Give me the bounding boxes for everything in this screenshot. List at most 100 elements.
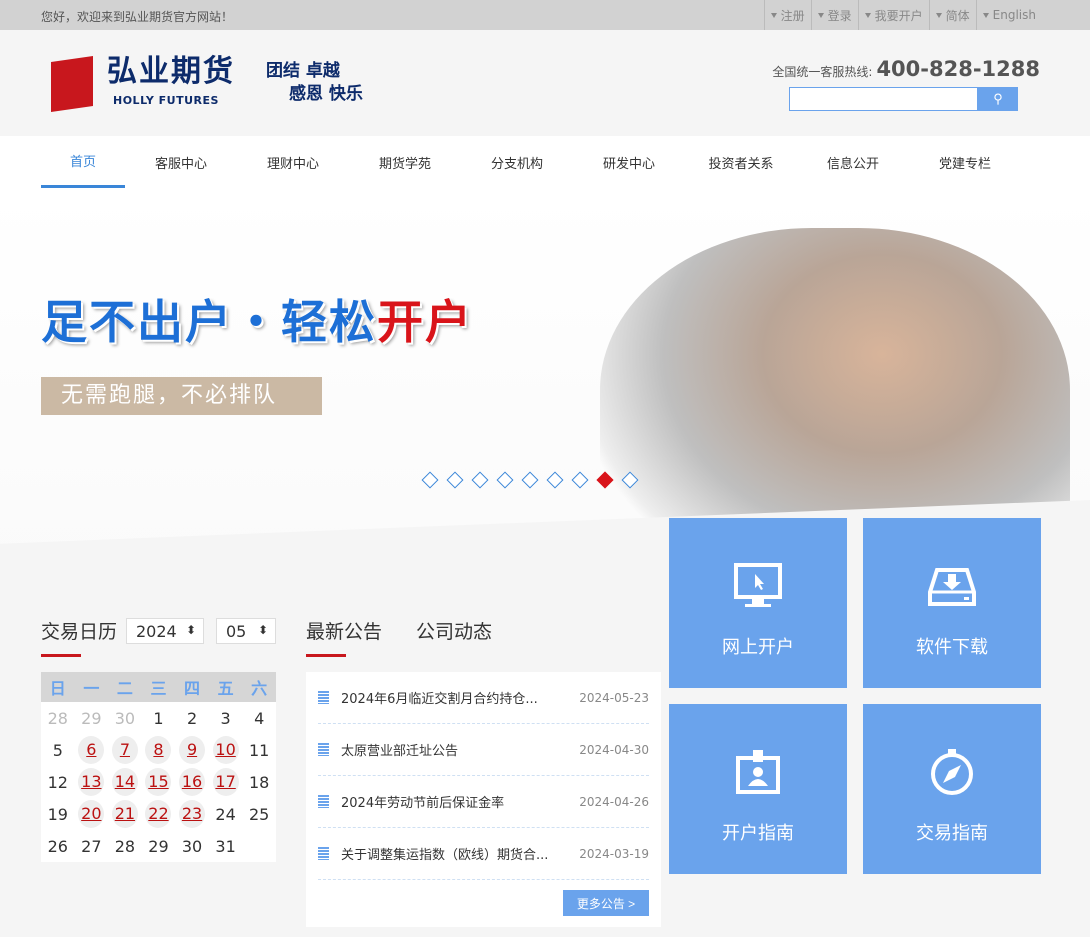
slide-dot[interactable] [621,471,639,489]
calendar-day[interactable]: 8 [142,734,176,766]
notice-item[interactable]: 2024年6月临近交割月合约持仓... 2024-05-23 [318,672,649,724]
calendar-day: 24 [215,804,236,824]
slide-dot[interactable] [496,471,514,489]
monitor-cursor-icon [734,563,782,607]
compass-icon [931,749,973,795]
calendar-day: 28 [47,708,68,728]
calendar-day: 31 [215,836,236,856]
calendar-day [242,830,276,862]
slide-dot[interactable] [471,471,489,489]
trading-day-link[interactable]: 9 [179,736,206,764]
trading-day-link[interactable]: 7 [111,736,138,764]
trading-day-link[interactable]: 6 [78,736,105,764]
nav-item[interactable]: 首页 [41,136,125,188]
calendar-day[interactable]: 7 [108,734,142,766]
trading-day-link[interactable]: 14 [111,768,138,796]
trading-day-link[interactable]: 16 [179,768,206,796]
trading-day-link[interactable]: 23 [179,800,206,828]
calendar-day[interactable]: 15 [142,766,176,798]
logo-en: HOLLY FUTURES [113,94,219,107]
tile-trading-guide[interactable]: 交易指南 [863,704,1041,874]
main-nav: 首页 客服中心 理财中心 期货学苑 分支机构 研发中心 投资者关系 信息公开 党建专栏 [0,136,1090,188]
notice-title[interactable]: 太原营业部迁址公告 [341,740,579,759]
calendar-day: 26 [47,836,68,856]
english-link[interactable]: English [975,0,1042,30]
tab-latest-notices[interactable]: 最新公告 [306,617,382,644]
calendar-day[interactable]: 9 [175,734,209,766]
notice-panel: 更多公告 > 2024年6月临近交割月合约持仓... 2024-05-23 太原营业… [306,672,661,927]
headline-blue: 足不出户・轻松 [41,295,377,349]
calendar-day[interactable]: 17 [209,766,243,798]
id-badge-icon [736,750,780,794]
calendar-day[interactable]: 20 [75,798,109,830]
calendar-day[interactable]: 21 [108,798,142,830]
notice-title[interactable]: 2024年6月临近交割月合约持仓... [341,688,579,707]
calendar-day[interactable]: 23 [175,798,209,830]
document-icon [318,847,329,860]
trading-day-link[interactable]: 20 [78,800,105,828]
slide-dot[interactable] [446,471,464,489]
year-select[interactable]: 2024 [126,618,204,644]
weekday-header: 一 [74,672,109,702]
nav-item[interactable]: 党建专栏 [909,136,1021,188]
notice-item[interactable]: 关于调整集运指数（欧线）期货合... 2024-03-19 [318,828,649,880]
calendar-day[interactable]: 14 [108,766,142,798]
logo[interactable]: 弘业期货 HOLLY FUTURES [51,56,235,112]
calendar-underline [41,654,81,657]
tile-online-account[interactable]: 网上开户 [669,518,847,688]
calendar-day: 28 [114,836,136,856]
trading-day-link[interactable]: 8 [145,736,172,764]
nav-item[interactable]: 分支机构 [461,136,573,188]
more-notices-button[interactable]: 更多公告 > [563,890,649,916]
calendar-day[interactable]: 22 [142,798,176,830]
nav-item[interactable]: 信息公开 [797,136,909,188]
calendar-day: 5 [52,740,63,760]
tile-account-guide[interactable]: 开户指南 [669,704,847,874]
simplified-chinese-link[interactable]: 简体 [928,0,976,30]
login-link[interactable]: 登录 [810,0,858,30]
weekday-header: 日 [41,672,75,702]
notice-title[interactable]: 2024年劳动节前后保证金率 [341,792,579,811]
headline-red: 开户 [377,295,473,349]
calendar-day[interactable]: 6 [75,734,109,766]
trading-day-link[interactable]: 10 [212,736,239,764]
calendar-day: 2 [186,708,198,728]
nav-item[interactable]: 投资者关系 [685,136,797,188]
search-button[interactable]: ⚲ [978,87,1018,111]
slide-dot[interactable] [546,471,564,489]
calendar-day: 29 [81,708,102,728]
nav-item[interactable]: 客服中心 [125,136,237,188]
slide-dot[interactable] [421,471,439,489]
slide-dot[interactable] [521,471,539,489]
slide-dot[interactable] [571,471,589,489]
slide-dot[interactable] [596,471,614,489]
trading-day-link[interactable]: 21 [111,800,138,828]
register-link[interactable]: 注册 [763,0,811,30]
month-select[interactable]: 05 [216,618,276,644]
notice-item[interactable]: 太原营业部迁址公告 2024-04-30 [318,724,649,776]
calendar-day[interactable]: 16 [175,766,209,798]
calendar-day[interactable]: 10 [209,734,243,766]
document-icon [318,795,329,808]
tile-software-download[interactable]: 软件下载 [863,518,1041,688]
notice-title[interactable]: 关于调整集运指数（欧线）期货合... [341,844,579,863]
nav-item[interactable]: 期货学苑 [349,136,461,188]
notice-date: 2024-03-19 [579,846,649,861]
trading-day-link[interactable]: 22 [145,800,172,828]
notice-item[interactable]: 2024年劳动节前后保证金率 2024-04-26 [318,776,649,828]
calendar-day: 11 [249,740,270,760]
tile-label: 网上开户 [722,637,794,658]
calendar-day: 29 [148,836,169,856]
tab-company-news[interactable]: 公司动态 [416,617,492,644]
search-input[interactable] [789,87,978,111]
trading-day-link[interactable]: 17 [212,768,239,796]
nav-item[interactable]: 研发中心 [573,136,685,188]
nav-item[interactable]: 理财中心 [237,136,349,188]
weekday-header: 五 [208,672,243,702]
open-account-link[interactable]: 我要开户 [857,0,929,30]
trading-day-link[interactable]: 15 [145,768,172,796]
calendar-week: 12 13 14 15 16 17 18 [41,766,276,798]
calendar-day: 19 [47,804,68,824]
trading-day-link[interactable]: 13 [78,768,105,796]
calendar-day[interactable]: 13 [75,766,109,798]
